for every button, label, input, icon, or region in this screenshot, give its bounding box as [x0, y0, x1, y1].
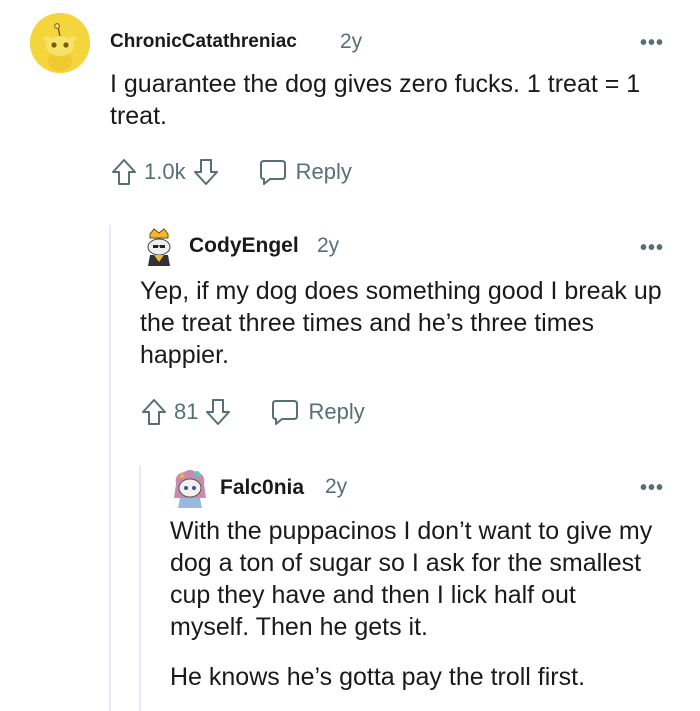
reply-label: Reply [308, 399, 365, 424]
comment-bubble-icon [270, 397, 300, 427]
username[interactable]: Falc0nia [220, 476, 304, 500]
comment-body: Yep, if my dog does something good I bre… [140, 275, 680, 371]
vote-count: 81 [174, 399, 199, 424]
comment-paragraph: With the puppacinos I don’t want to give… [170, 517, 653, 641]
more-options-icon[interactable]: ••• [640, 33, 664, 53]
username[interactable]: ChronicCatathreniac [110, 31, 297, 53]
reply-button[interactable]: Reply [270, 397, 365, 427]
timestamp: 2y [340, 30, 363, 53]
thread-line-level-1[interactable] [109, 225, 111, 711]
pink-snoo-icon [174, 470, 206, 508]
avatar[interactable] [30, 13, 90, 73]
username[interactable]: CodyEngel [189, 234, 299, 258]
downvote-icon[interactable] [192, 157, 220, 187]
vote-count: 1.0k [144, 159, 186, 184]
snoo-icon [30, 13, 90, 73]
timestamp: 2y [317, 234, 340, 257]
thread-line-level-2[interactable] [139, 465, 141, 711]
reply-label: Reply [295, 159, 352, 184]
reply-button[interactable]: Reply [258, 157, 352, 187]
avatar[interactable] [142, 228, 176, 268]
comment-body: I guarantee the dog gives zero fucks. 1 … [110, 68, 670, 132]
timestamp: 2y [325, 475, 348, 498]
crowned-snoo-icon [147, 228, 171, 266]
comment-actions: 81 Reply [140, 397, 365, 427]
comment-actions: 1.0k Reply [110, 157, 352, 187]
comment-paragraph: Yep, if my dog does something good I bre… [140, 277, 662, 369]
downvote-icon[interactable] [204, 397, 232, 427]
comment-paragraph: I guarantee the dog gives zero fucks. 1 … [110, 70, 641, 130]
more-options-icon[interactable]: ••• [640, 238, 664, 258]
upvote-icon[interactable] [140, 397, 168, 427]
comment-body: With the puppacinos I don’t want to give… [170, 515, 660, 693]
comment-bubble-icon [258, 157, 288, 187]
avatar[interactable] [170, 468, 210, 508]
upvote-icon[interactable] [110, 157, 138, 187]
more-options-icon[interactable]: ••• [640, 478, 664, 498]
comment-paragraph: He knows he’s gotta pay the troll first. [170, 663, 586, 691]
